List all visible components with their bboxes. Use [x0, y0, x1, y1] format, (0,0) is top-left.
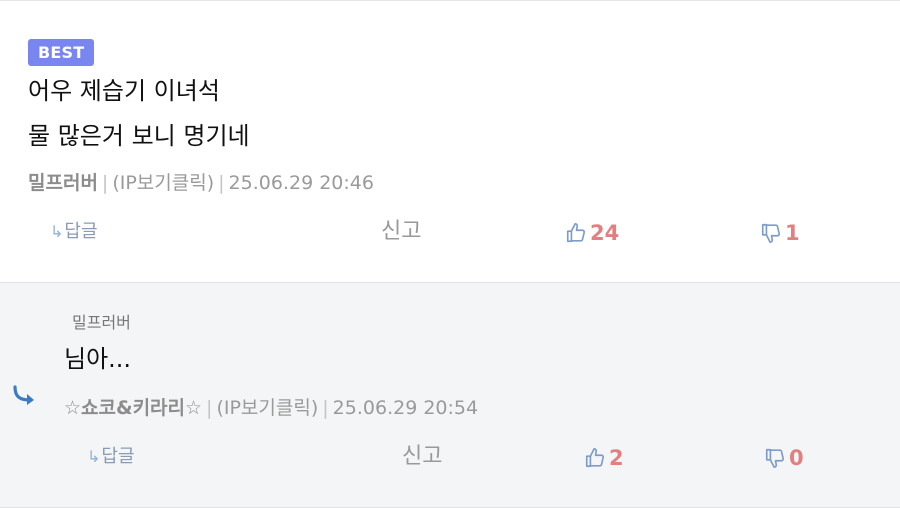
dislike-count: 1 — [785, 221, 800, 245]
thumbs-down-icon — [765, 448, 785, 468]
meta-separator: | — [218, 172, 225, 194]
meta-separator: | — [322, 397, 329, 419]
comment-text-line-2: 물 많은거 보니 명기네 — [28, 122, 250, 150]
comment-text-line-1: 님아... — [64, 345, 132, 373]
best-badge: BEST — [28, 39, 95, 66]
like-count: 2 — [609, 446, 624, 470]
report-button[interactable]: 신고 — [381, 218, 421, 246]
meta-separator: | — [101, 172, 109, 194]
comment-date: 25.06.29 20:46 — [228, 172, 374, 194]
thumbs-up-icon — [566, 223, 586, 243]
reply-arrow-icon: ↳ — [50, 222, 64, 241]
dislike-button[interactable]: 0 — [764, 444, 804, 472]
meta-separator: | — [206, 397, 213, 419]
reply-label: 답글 — [64, 221, 98, 242]
reply-label: 답글 — [101, 446, 135, 467]
ip-view-link[interactable]: (IP보기클릭) — [112, 172, 214, 194]
reply-arrow-icon: ↳ — [87, 447, 101, 466]
like-count: 24 — [590, 221, 620, 245]
dislike-button[interactable]: 1 — [760, 219, 800, 247]
comment-text-line-1: 어우 제습기 이녀석 — [28, 77, 220, 105]
author-name[interactable]: 밀프러버 — [28, 172, 98, 194]
reply-button[interactable]: ↳답글 — [50, 220, 98, 244]
comment-best: BEST 어우 제습기 이녀석 물 많은거 보니 명기네 밀프러버 | (IP보기클… — [0, 0, 900, 282]
like-button[interactable]: 24 — [565, 219, 619, 247]
dislike-count: 0 — [789, 446, 804, 470]
author-name[interactable]: ☆쇼코&키라리☆ — [64, 397, 202, 419]
report-button[interactable]: 신고 — [402, 443, 442, 471]
ip-view-link[interactable]: (IP보기클릭) — [216, 397, 318, 419]
parent-author-name: 밀프러버 — [72, 313, 131, 332]
comment-date: 25.06.29 20:54 — [332, 397, 479, 419]
thumbs-down-icon — [761, 223, 781, 243]
reply-arrow-icon — [13, 385, 34, 405]
comment-meta: ☆쇼코&키라리☆ | (IP보기클릭) | 25.06.29 20:54 — [64, 395, 478, 421]
reply-button[interactable]: ↳답글 — [87, 445, 135, 469]
thumbs-up-icon — [585, 448, 605, 468]
comment-meta: 밀프러버 | (IP보기클릭) | 25.06.29 20:46 — [28, 170, 374, 196]
like-button[interactable]: 2 — [584, 444, 624, 472]
